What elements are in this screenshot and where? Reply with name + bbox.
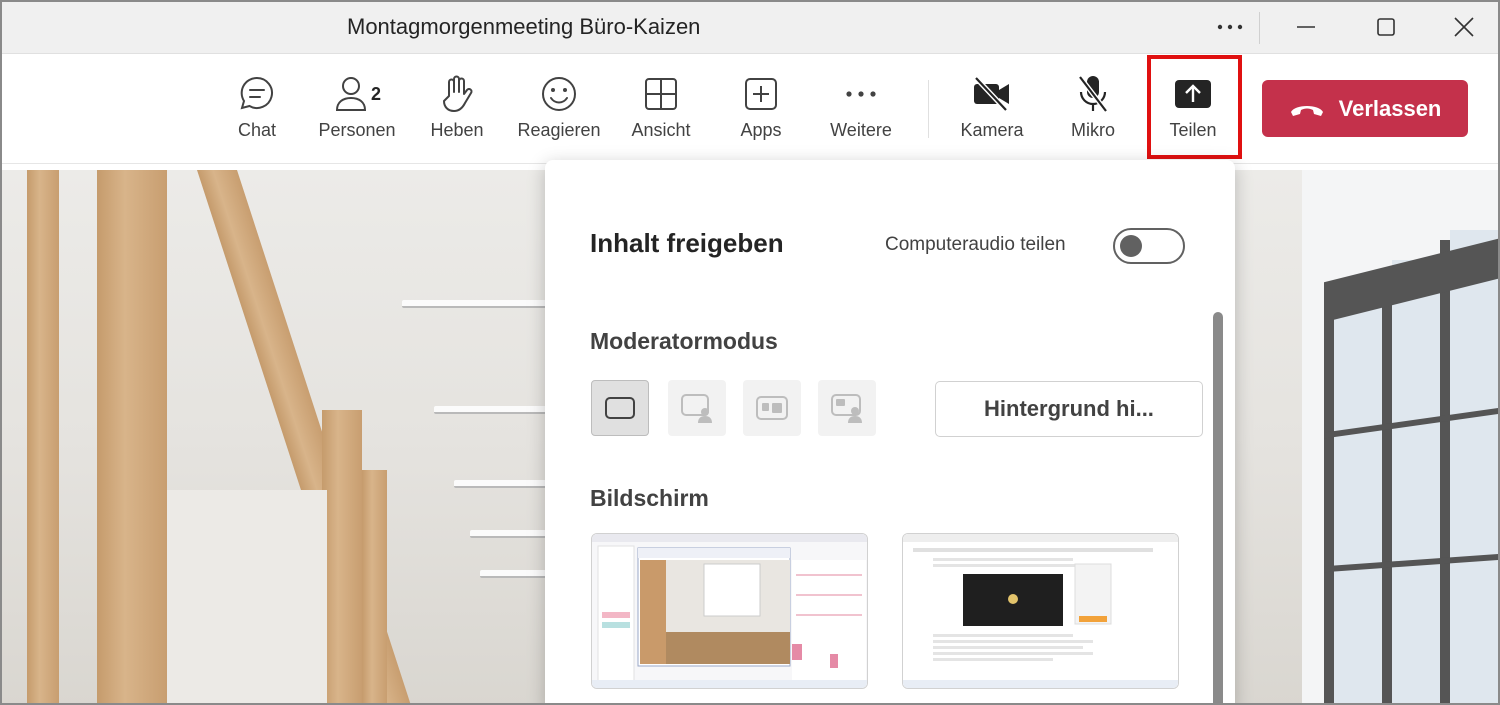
close-button[interactable] bbox=[1434, 2, 1494, 52]
leave-button[interactable]: Verlassen bbox=[1262, 80, 1468, 137]
share-panel-title: Inhalt freigeben bbox=[590, 228, 784, 258]
title-separator bbox=[1259, 12, 1260, 44]
raise-hand-button[interactable]: Heben bbox=[409, 72, 505, 152]
panel-scrollbar[interactable] bbox=[1213, 312, 1223, 703]
mic-button[interactable]: Mikro bbox=[1045, 72, 1141, 152]
reporter-icon bbox=[831, 394, 862, 423]
side-by-side-icon bbox=[756, 396, 788, 420]
phone-hangup-icon bbox=[1290, 105, 1323, 116]
wall-panel bbox=[167, 490, 327, 703]
view-button[interactable]: Ansicht bbox=[613, 72, 709, 152]
toolbar-divider bbox=[928, 80, 929, 138]
presenter-mode-reporter[interactable] bbox=[818, 380, 876, 436]
standout-icon bbox=[681, 394, 712, 423]
apps-label: Apps bbox=[740, 120, 782, 140]
camera-label: Kamera bbox=[960, 120, 1024, 140]
more-icon bbox=[846, 91, 876, 97]
ceiling-light bbox=[434, 406, 549, 414]
chat-label: Chat bbox=[237, 120, 277, 140]
window-glass bbox=[1302, 170, 1498, 703]
ceiling-light bbox=[470, 530, 550, 538]
raise-hand-label: Heben bbox=[430, 120, 484, 140]
maximize-button[interactable] bbox=[1356, 2, 1416, 52]
people-label: Personen bbox=[318, 120, 396, 140]
title-bar: Montagmorgenmeeting Büro-Kaizen bbox=[2, 2, 1498, 54]
ceiling-light bbox=[454, 480, 549, 488]
screen-preview-image bbox=[592, 534, 867, 688]
share-content-panel: Inhalt freigeben Computeraudio teilen Mo… bbox=[545, 160, 1235, 703]
meeting-toolbar: Chat 2 Personen Heben Reagieren Ansicht … bbox=[2, 54, 1498, 164]
ceiling-light bbox=[480, 570, 550, 578]
more-actions-button[interactable]: Weitere bbox=[813, 72, 909, 152]
window-title: Montagmorgenmeeting Büro-Kaizen bbox=[347, 14, 701, 39]
view-label: Ansicht bbox=[631, 120, 691, 140]
grid-icon bbox=[645, 78, 677, 110]
wood-beam bbox=[27, 170, 59, 703]
presenter-mode-side-by-side[interactable] bbox=[743, 380, 801, 436]
wood-beam bbox=[322, 410, 362, 703]
screen-thumbnail-2[interactable] bbox=[902, 533, 1179, 689]
mic-off-icon bbox=[1078, 75, 1108, 113]
screen-thumbnail-1[interactable] bbox=[591, 533, 868, 689]
people-icon bbox=[335, 77, 366, 111]
share-highlight-box bbox=[1147, 55, 1242, 159]
choose-background-button[interactable]: Hintergrund hi... bbox=[935, 381, 1203, 437]
close-icon bbox=[1454, 17, 1474, 37]
presenter-mode-content-only[interactable] bbox=[591, 380, 649, 436]
camera-button[interactable]: Kamera bbox=[944, 72, 1040, 152]
react-button[interactable]: Reagieren bbox=[511, 72, 607, 152]
leave-label: Verlassen bbox=[1338, 95, 1442, 121]
more-icon bbox=[1217, 24, 1243, 30]
people-button[interactable]: 2 Personen bbox=[309, 72, 405, 152]
emoji-icon bbox=[542, 77, 576, 111]
teams-meeting-window: Montagmorgenmeeting Büro-Kaizen Chat 2 P… bbox=[0, 0, 1500, 705]
people-count-badge: 2 bbox=[370, 83, 381, 104]
maximize-icon bbox=[1377, 18, 1395, 36]
camera-off-icon bbox=[974, 76, 1009, 112]
screen-section-label: Bildschirm bbox=[590, 485, 709, 511]
screen-preview-image bbox=[903, 534, 1178, 688]
wood-beam bbox=[362, 470, 387, 703]
mic-label: Mikro bbox=[1071, 120, 1115, 140]
chat-button[interactable]: Chat bbox=[209, 72, 305, 152]
minimize-button[interactable] bbox=[1276, 2, 1336, 52]
toggle-knob bbox=[1120, 235, 1142, 257]
more-options-button[interactable] bbox=[1200, 2, 1260, 52]
react-label: Reagieren bbox=[517, 120, 601, 140]
computer-audio-label: Computeraudio teilen bbox=[885, 234, 1066, 255]
wood-beam bbox=[97, 170, 167, 703]
ceiling-light bbox=[402, 300, 547, 308]
content-only-icon bbox=[605, 397, 635, 419]
apps-button[interactable]: Apps bbox=[713, 72, 809, 152]
presenter-mode-label: Moderatormodus bbox=[590, 328, 778, 354]
minimize-icon bbox=[1297, 26, 1315, 28]
apps-plus-icon bbox=[745, 78, 777, 110]
presenter-mode-standout[interactable] bbox=[668, 380, 726, 436]
hand-icon bbox=[443, 75, 473, 112]
chat-icon bbox=[240, 76, 273, 110]
more-actions-label: Weitere bbox=[830, 120, 892, 140]
computer-audio-toggle[interactable] bbox=[1113, 228, 1185, 264]
